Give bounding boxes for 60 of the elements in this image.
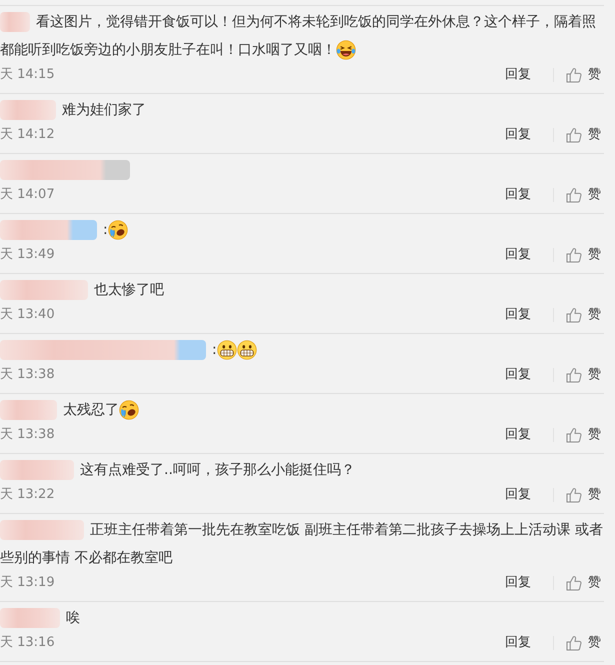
comment-time: 天 13:19 — [0, 574, 55, 592]
blurred-username — [0, 400, 57, 420]
reply-link[interactable]: 回复 — [505, 574, 531, 592]
grinning-emoji-icon — [236, 340, 257, 360]
like-button[interactable]: 赞 — [566, 366, 601, 384]
reply-link[interactable]: 回复 — [505, 126, 531, 144]
thumbs-up-icon — [566, 635, 582, 651]
thumbs-up-icon — [566, 487, 582, 503]
blurred-username — [0, 608, 60, 628]
thumbs-up-icon — [566, 127, 582, 143]
thumbs-up-icon — [566, 575, 582, 591]
like-button[interactable]: 赞 — [566, 126, 601, 144]
comment-time: 天 14:07 — [0, 186, 55, 204]
comment-text: 些别的事情 不必都在教室吧 — [0, 549, 172, 568]
like-button[interactable]: 赞 — [566, 426, 601, 444]
reply-link[interactable]: 回复 — [505, 486, 531, 504]
thumbs-up-icon — [566, 307, 582, 323]
comment-time: 天 13:38 — [0, 426, 55, 444]
comment-text: 太残忍了 — [63, 401, 119, 420]
like-button[interactable]: 赞 — [566, 306, 601, 324]
reply-link[interactable]: 回复 — [505, 366, 531, 384]
comment-time: 天 13:16 — [0, 634, 55, 652]
like-button[interactable]: 赞 — [566, 486, 601, 504]
grinning-emoji-icon — [216, 340, 237, 360]
comment-text: 都能听到吃饭旁边的小朋友肚子在叫！口水咽了又咽！ — [0, 41, 336, 60]
comment-text: 正班主任带着第一批先在教室吃饭 副班主任带着第二批孩子去操场上上活动课 或者 — [90, 521, 603, 540]
comment-time: 天 13:22 — [0, 486, 55, 504]
comment-time: 天 13:49 — [0, 246, 55, 264]
laughing-tears-emoji-icon — [336, 40, 356, 60]
blurred-username — [0, 100, 56, 120]
comment-text: 这有点难受了..呵呵，孩子那么小能挺住吗？ — [80, 461, 355, 480]
comment-text: 看这图片，觉得错开食饭可以！但为何不将未轮到吃饭的同学在外休息？这个样子，隔着照 — [36, 13, 596, 32]
comment-text: 也太惨了吧 — [94, 281, 164, 300]
reply-link[interactable]: 回复 — [505, 426, 531, 444]
reply-link[interactable]: 回复 — [505, 66, 531, 84]
reply-link[interactable]: 回复 — [505, 306, 531, 324]
like-button[interactable]: 赞 — [566, 246, 601, 264]
thumbs-up-icon — [566, 427, 582, 443]
comment-time: 天 14:12 — [0, 126, 55, 144]
like-button[interactable]: 赞 — [566, 574, 601, 592]
reply-link[interactable]: 回复 — [505, 186, 531, 204]
comment-text: : — [103, 221, 108, 240]
comment-text: 唉 — [66, 609, 80, 628]
blurred-username — [0, 12, 30, 32]
crying-emoji-icon — [119, 400, 139, 420]
thumbs-up-icon — [566, 67, 582, 83]
like-button[interactable]: 赞 — [566, 186, 601, 204]
thumbs-up-icon — [566, 367, 582, 383]
thumbs-up-icon — [566, 247, 582, 263]
like-button[interactable]: 赞 — [566, 66, 601, 84]
reply-link[interactable]: 回复 — [505, 246, 531, 264]
comment-text: 难为娃们家了 — [62, 101, 146, 120]
comment-time: 天 13:38 — [0, 366, 55, 384]
reply-link[interactable]: 回复 — [505, 634, 531, 652]
crying-emoji-icon — [108, 220, 128, 240]
like-button[interactable]: 赞 — [566, 634, 601, 652]
comment-text: : — [212, 341, 217, 360]
thumbs-up-icon — [566, 187, 582, 203]
comment-time: 天 13:40 — [0, 306, 55, 324]
comment-time: 天 14:15 — [0, 66, 55, 84]
